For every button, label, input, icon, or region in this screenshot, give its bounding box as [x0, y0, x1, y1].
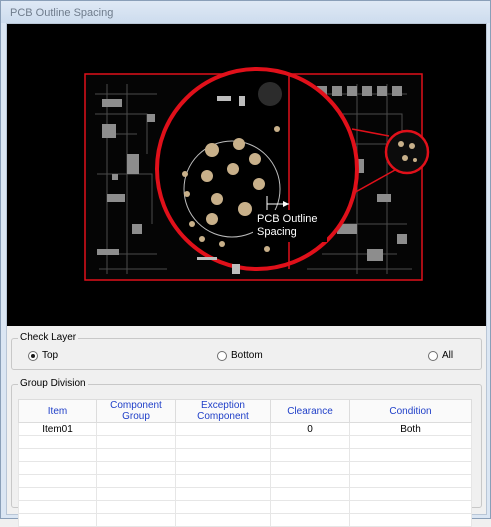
cell-clearance[interactable]: 0 [270, 422, 350, 436]
pcb-preview-image: PCB Outline Spacing [7, 24, 486, 326]
table-row-empty[interactable] [18, 435, 472, 449]
table-row-empty[interactable] [18, 448, 472, 462]
pcb-outline-spacing-window: PCB Outline Spacing PCB Outline Spacing … [0, 0, 491, 527]
dialog-client-area: PCB Outline Spacing Check Layer Top Bott… [6, 23, 487, 527]
column-header-component-group[interactable]: Component Group [96, 399, 176, 423]
column-header-clearance[interactable]: Clearance [270, 399, 350, 423]
column-header-exception-component[interactable]: Exception Component [175, 399, 271, 423]
title-bar: PCB Outline Spacing [1, 1, 490, 23]
check-layer-label: Check Layer [18, 332, 79, 343]
cell-condition[interactable]: Both [349, 422, 472, 436]
radio-all-indicator[interactable] [428, 350, 438, 361]
pcb-illustration: PCB Outline Spacing [84, 67, 430, 281]
column-header-condition[interactable]: Condition [349, 399, 472, 423]
group-division-group: Group Division Item Component Group Exce… [11, 378, 482, 527]
radio-bottom-label: Bottom [231, 350, 263, 361]
window-title: PCB Outline Spacing [10, 7, 114, 19]
radio-bottom-indicator[interactable] [217, 350, 227, 361]
callout-text-line1: PCB Outline [257, 213, 318, 225]
check-layer-group: Check Layer Top Bottom All [11, 332, 482, 370]
table-row-empty[interactable] [18, 487, 472, 501]
cell-exception-component[interactable] [175, 422, 271, 436]
callout-text-line2: Spacing [257, 226, 297, 238]
table-row[interactable]: Item01 0 Both [18, 422, 472, 436]
radio-all[interactable]: All [428, 350, 453, 361]
table-row-empty[interactable] [18, 500, 472, 514]
radio-top-indicator[interactable] [28, 350, 38, 361]
table-row-empty[interactable] [18, 513, 472, 527]
cell-item[interactable]: Item01 [18, 422, 97, 436]
group-division-table[interactable]: Item Component Group Exception Component… [18, 399, 472, 527]
radio-all-label: All [442, 350, 454, 361]
table-row-empty[interactable] [18, 461, 472, 475]
radio-top-label: Top [42, 350, 59, 361]
table-row-empty[interactable] [18, 474, 472, 488]
radio-bottom[interactable]: Bottom [217, 350, 263, 361]
table-header-row: Item Component Group Exception Component… [18, 399, 472, 423]
column-header-item[interactable]: Item [18, 399, 97, 423]
zoom-mount-hole [258, 82, 282, 106]
cell-component-group[interactable] [96, 422, 176, 436]
radio-top[interactable]: Top [28, 350, 58, 361]
group-division-label: Group Division [18, 378, 88, 389]
magnify-small-circle [384, 129, 430, 175]
